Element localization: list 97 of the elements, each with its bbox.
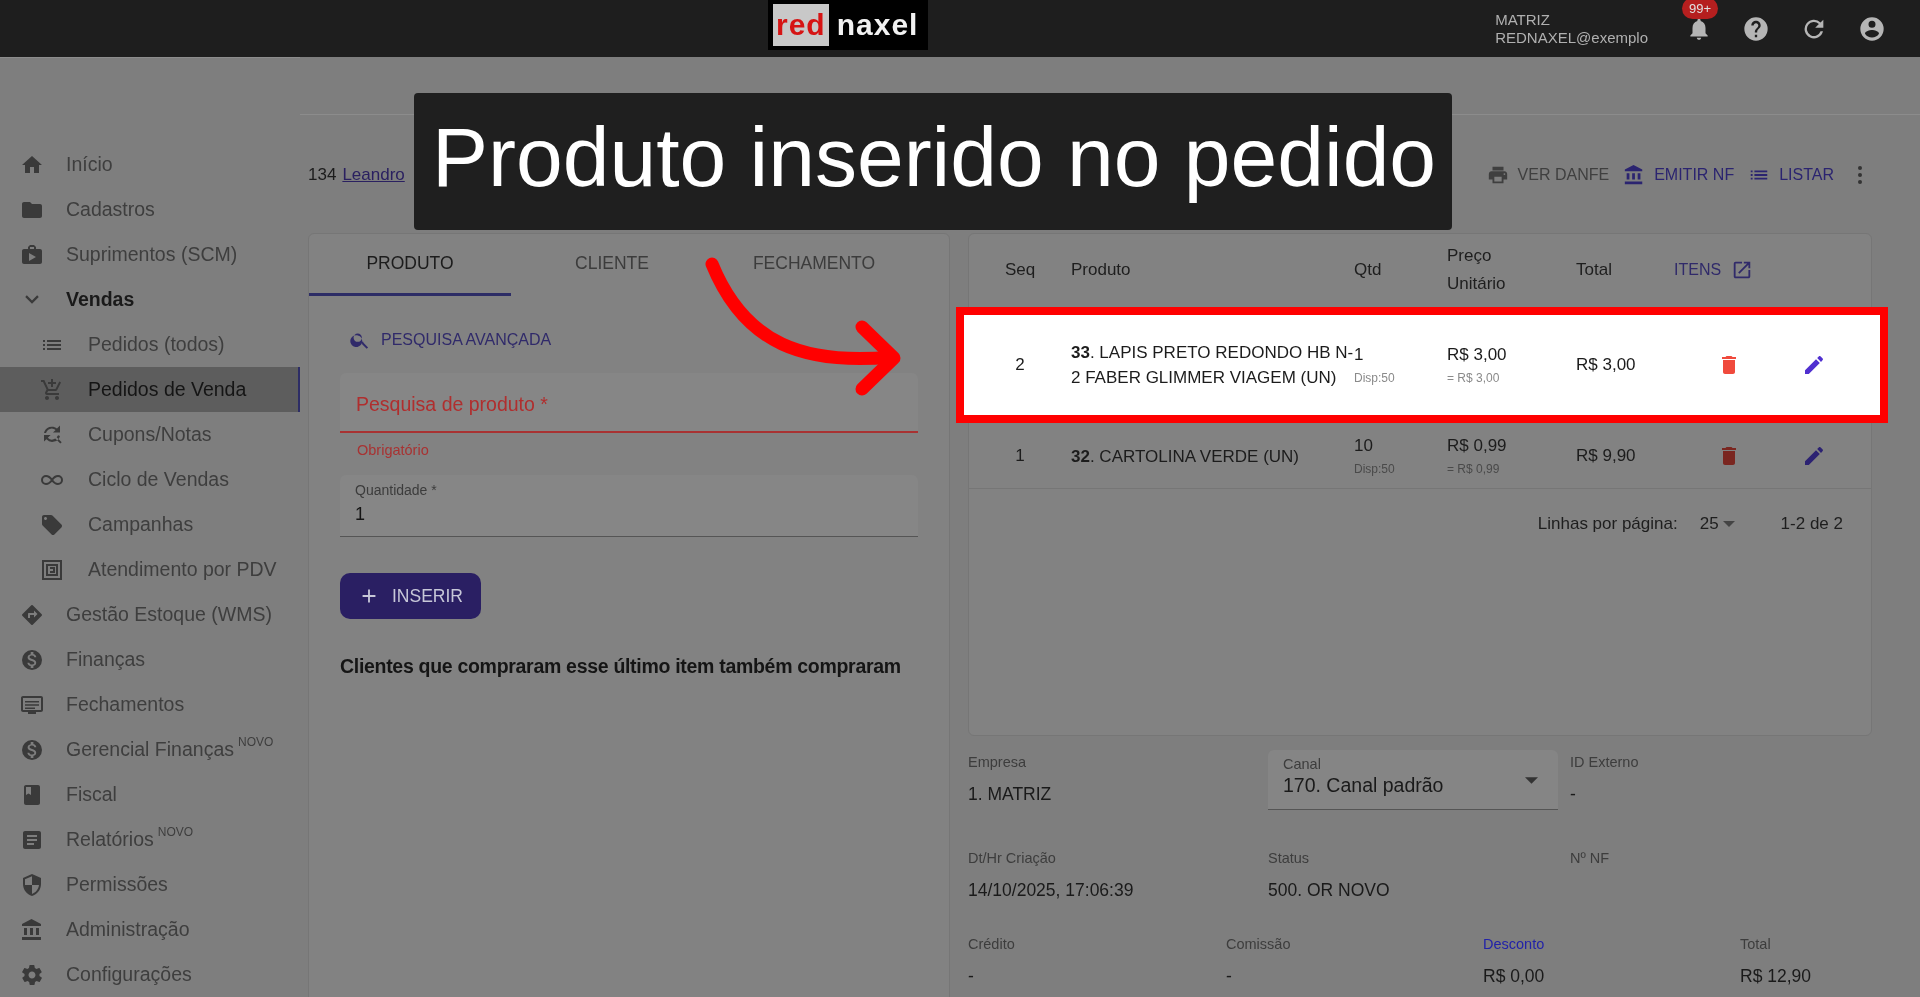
price-note: = R$ 3,00: [1447, 371, 1500, 385]
page-range: 1-2 de 2: [1780, 514, 1843, 534]
action-button[interactable]: EMITIR NF: [1617, 160, 1741, 190]
insert-button[interactable]: INSERIR: [340, 573, 481, 619]
sidebar-item[interactable]: Permissões: [0, 862, 300, 907]
notification-badge: 99+: [1682, 0, 1719, 19]
column-header: Produto: [1071, 260, 1132, 280]
printer-icon: [1486, 164, 1509, 186]
sidebar-item[interactable]: Início: [0, 142, 300, 187]
new-label: NOVO: [238, 735, 274, 749]
sidebar-item[interactable]: Suprimentos (SCM): [0, 232, 300, 277]
shield-icon: [20, 872, 44, 897]
logo: red naxel: [768, 0, 929, 50]
company-name: MATRIZ: [1495, 10, 1551, 29]
help-icon[interactable]: [1742, 14, 1770, 43]
channel-select[interactable]: Canal 170. Canal padrão: [1268, 750, 1558, 810]
rows-per-page-label: Linhas por página:: [1537, 514, 1678, 534]
sidebar-item[interactable]: Ciclo de Vendas: [0, 457, 300, 502]
advanced-search-link[interactable]: PESQUISA AVANÇADA: [349, 329, 552, 351]
quantity-field[interactable]: Quantidade * 1: [340, 475, 918, 537]
chevron-down-icon: [25, 295, 39, 304]
sidebar-item[interactable]: Atendimento por PDV: [0, 547, 300, 592]
column-header: Qtd: [1354, 260, 1383, 280]
stock-note: Disp:50: [1354, 371, 1395, 385]
quantity-value: 10: [1354, 436, 1373, 456]
sidebar-item[interactable]: Fechamentos: [0, 682, 300, 727]
table-cell-text: R$ 3,00: [1576, 355, 1637, 375]
table-cell-text: 33. LAPIS PRETO REDONDO HB N-2 FABER GLIMMER VIAGEM (UN): [1071, 342, 1354, 389]
sidebar-item[interactable]: Fiscal: [0, 772, 300, 817]
field-value: -: [1570, 784, 1576, 805]
dropdown-caret-icon: [1722, 521, 1735, 527]
price-value: R$ 0,99: [1447, 436, 1507, 456]
order-number: 134: [308, 165, 337, 185]
settings-icon: [20, 962, 44, 987]
rows-per-page-select[interactable]: 25: [1699, 514, 1735, 534]
sidebar-item[interactable]: Pedidos (todos): [0, 322, 300, 367]
field-label: ID Externo: [1570, 754, 1639, 770]
field-label: Status: [1268, 850, 1310, 866]
column-header: Seq: [1004, 260, 1036, 280]
section-heading: Clientes que compraram esse último item também compraram: [340, 655, 901, 678]
sidebar-item[interactable]: Cadastros: [0, 187, 300, 232]
price-value: R$ 3,00: [1447, 345, 1507, 365]
dollar-icon: [20, 647, 44, 672]
field-value: -: [968, 966, 974, 987]
error-message: Obrigatório: [357, 442, 429, 458]
action-button[interactable]: LISTAR: [1742, 160, 1840, 190]
field-value: 14/10/2025, 17:06:39: [968, 880, 1134, 901]
sidebar-item[interactable]: Campanhas: [0, 502, 300, 547]
user-email: REDNAXEL@exemplo: [1495, 28, 1648, 47]
sidebar-item[interactable]: Administração: [0, 907, 300, 952]
stock-note: Disp:50: [1354, 462, 1395, 476]
field-value: R$ 0,00: [1483, 966, 1545, 987]
price-note: = R$ 0,99: [1447, 462, 1500, 476]
account-icon[interactable]: [1858, 14, 1886, 43]
discount-link[interactable]: Desconto: [1483, 936, 1545, 952]
sidebar-item[interactable]: Gestão Estoque (WMS): [0, 592, 300, 637]
caption-banner: Produto inserido no pedido: [414, 93, 1452, 230]
pencil-icon[interactable]: [1802, 353, 1826, 377]
bank-icon: [20, 917, 44, 942]
tab[interactable]: FECHAMENTO: [713, 234, 915, 296]
items-link[interactable]: ITENS: [1674, 259, 1854, 281]
field-value: R$ 12,90: [1740, 966, 1812, 987]
new-label: NOVO: [157, 825, 194, 839]
tab[interactable]: PRODUTO: [309, 234, 511, 296]
sidebar-item[interactable]: Configurações: [0, 952, 300, 997]
field-value: 500. OR NOVO: [1268, 880, 1390, 901]
sidebar-item[interactable]: Cupons/Notas: [0, 412, 300, 457]
field-label: Comissão: [1226, 936, 1291, 952]
field-value: 1. MATRIZ: [968, 784, 1052, 805]
dropdown-caret-icon: [1525, 777, 1538, 784]
cart-add-icon: [40, 377, 64, 402]
tab[interactable]: CLIENTE: [511, 234, 713, 296]
tag-icon: [40, 512, 64, 537]
sidebar-item[interactable]: Gerencial Finanças $^{NOVO}$: [0, 727, 300, 772]
sidebar-item[interactable]: Pedidos de Venda: [0, 367, 300, 412]
table-cell-text: 32. CARTOLINA VERDE (UN): [1071, 445, 1300, 468]
field-label: Dt/Hr Criação: [968, 850, 1056, 866]
sidebar-item[interactable]: Vendas: [0, 277, 300, 322]
column-header: Preço Unitário: [1447, 245, 1507, 295]
table-cell: 2: [1015, 355, 1025, 375]
field-label: Crédito: [968, 936, 1015, 952]
quantity-value: 1: [1354, 345, 1364, 365]
dollar-icon: [20, 737, 44, 762]
pencil-icon[interactable]: [1802, 444, 1826, 468]
briefcase-icon: [20, 242, 44, 267]
customer-link[interactable]: Leandro: [342, 165, 405, 185]
diamond-arrow-icon: [20, 602, 44, 627]
field-value: -: [1226, 966, 1232, 987]
field-label: Total: [1740, 936, 1771, 952]
sidebar-item[interactable]: Finanças: [0, 637, 300, 682]
field-label: Empresa: [968, 754, 1027, 770]
square-frame-icon: [40, 557, 64, 582]
product-search-field[interactable]: Pesquisa de produto *: [340, 373, 918, 433]
sidebar-item[interactable]: Relatórios $^{NOVO}$: [0, 817, 300, 862]
field-label: Nº NF: [1570, 850, 1610, 866]
table-cell-text: R$ 9,90: [1576, 446, 1637, 466]
table-cell: 1: [1015, 446, 1025, 466]
